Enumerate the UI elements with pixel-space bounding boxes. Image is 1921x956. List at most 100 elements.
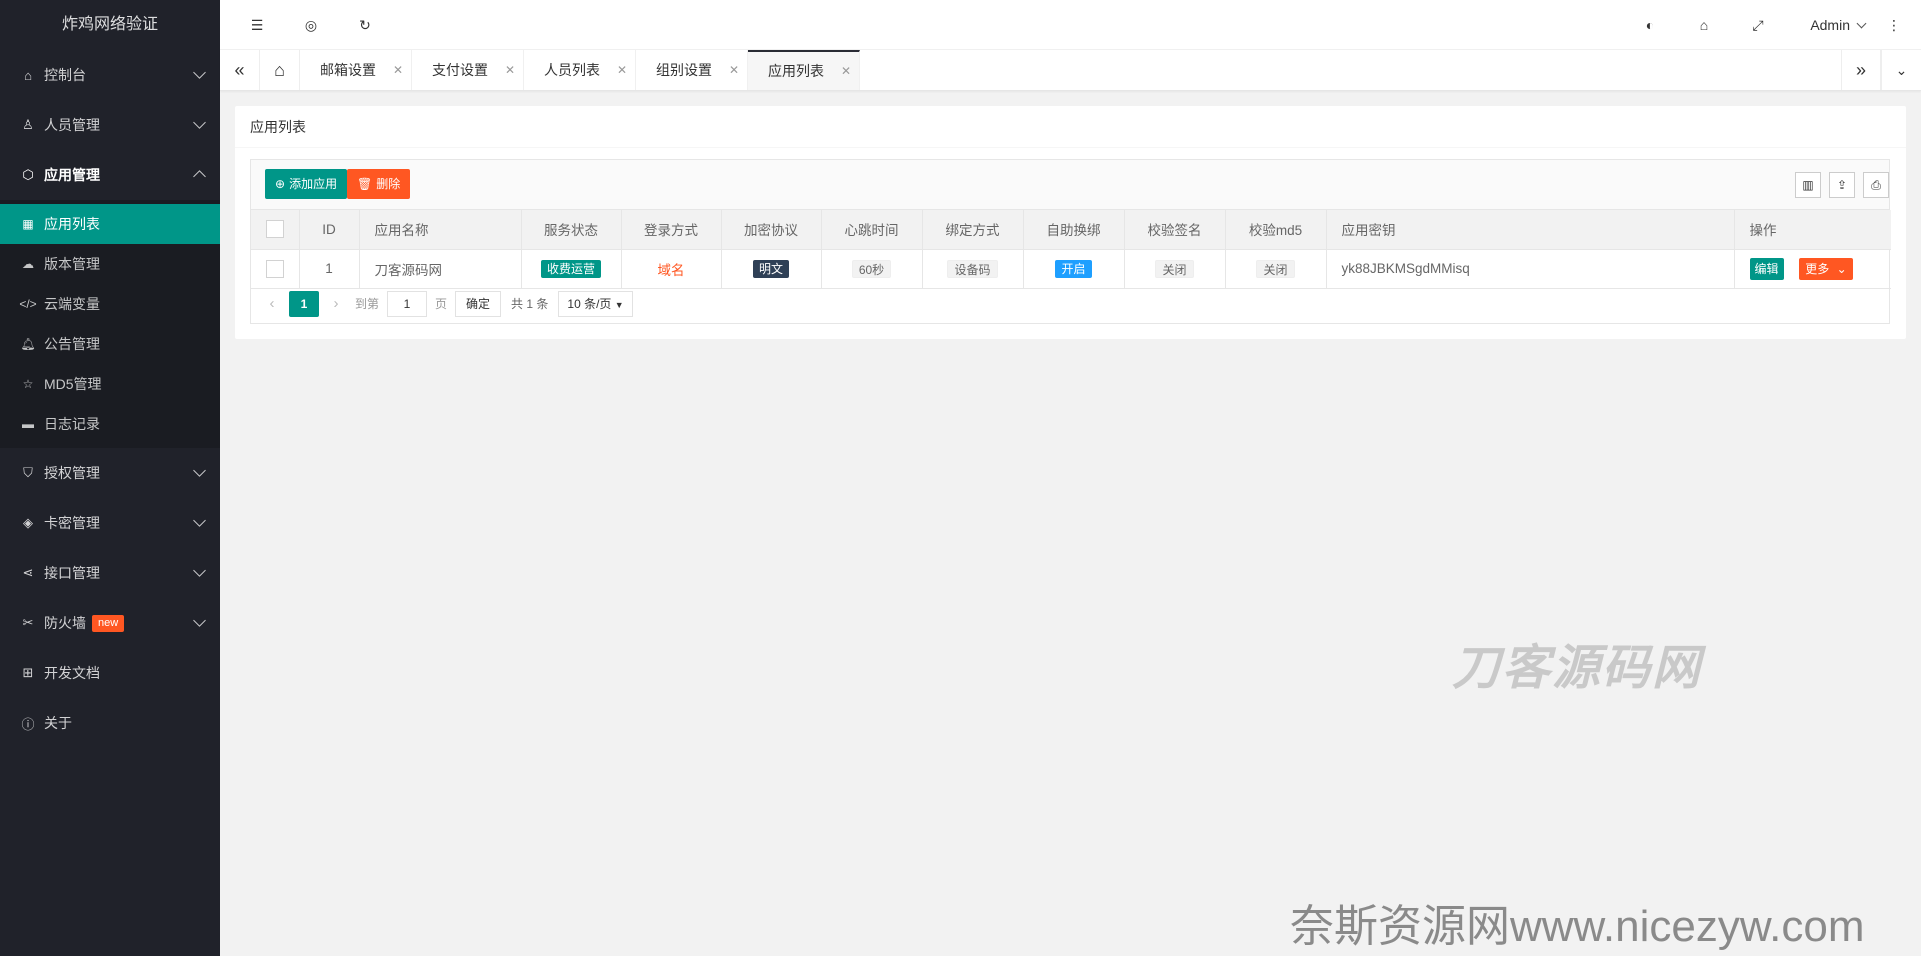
tabs-scroll-right-icon[interactable]: » — [1841, 50, 1881, 90]
tab-mail-settings[interactable]: 邮箱设置 ✕ — [300, 50, 412, 90]
more-vertical-icon[interactable]: ⋮ — [1867, 0, 1921, 50]
star-icon: ☆ — [22, 377, 34, 391]
close-icon[interactable]: ✕ — [393, 63, 403, 77]
nav-apps[interactable]: ⬡ 应用管理 — [0, 150, 220, 200]
close-icon[interactable]: ✕ — [505, 63, 515, 77]
tabs-scroll-left-icon[interactable]: « — [220, 50, 260, 90]
sub-item-md5[interactable]: ☆ MD5管理 — [0, 364, 220, 404]
edit-button[interactable]: 编辑 — [1749, 257, 1784, 280]
plus-circle-icon: ⊕ — [275, 177, 286, 191]
sub-item-logs[interactable]: ▬ 日志记录 — [0, 404, 220, 444]
sub-item-cloud-vars[interactable]: </> 云端变量 — [0, 284, 220, 324]
heartbeat-badge: 60秒 — [851, 259, 892, 278]
prev-page-icon[interactable]: ‹ — [261, 295, 283, 312]
select-all-cell — [251, 210, 300, 250]
tabs-menu-chevron-icon[interactable]: ⌄ — [1881, 50, 1921, 90]
shield-icon: ⛉ — [23, 465, 33, 480]
sub-item-notices[interactable]: 🔔︎ 公告管理 — [0, 324, 220, 364]
tab-group-settings[interactable]: 组别设置 ✕ — [636, 50, 748, 90]
app-table: ⊕ 添加应用 🗑︎ 删除 ▥ ⇪ ⎙ ID 应用名称 服务状态 登录方式 加密协… — [250, 159, 1891, 324]
tab-pay-settings[interactable]: 支付设置 ✕ — [412, 50, 524, 90]
log-icon: ▬ — [22, 417, 34, 431]
nav-cards[interactable]: ◈ 卡密管理 — [0, 498, 220, 548]
share-icon: ⋖ — [22, 565, 34, 580]
column-header[interactable]: 应用名称 — [359, 210, 522, 250]
login-method-text: 域名 — [657, 262, 685, 278]
sub-item-label: 公告管理 — [44, 336, 100, 352]
nav-users[interactable]: ♙ 人员管理 — [0, 100, 220, 150]
status-badge: 收费运营 — [540, 259, 601, 278]
column-header[interactable]: 校验签名 — [1124, 210, 1226, 250]
print-icon[interactable]: ⎙ — [1863, 172, 1889, 198]
palette-icon[interactable]: ◐ — [1623, 0, 1677, 50]
rebind-cell: 开启 — [1023, 249, 1125, 289]
chevron-down-icon — [193, 514, 206, 527]
sub-item-app-list[interactable]: ▦ 应用列表 — [0, 204, 220, 244]
user-menu[interactable]: Admin — [1810, 0, 1867, 50]
column-header[interactable]: 登录方式 — [621, 210, 722, 250]
delete-button[interactable]: 🗑︎ 删除 — [347, 169, 411, 199]
nav-apps-submenu: ▦ 应用列表 ☁ 版本管理 </> 云端变量 🔔︎ 公告管理 ☆ MD5管理 ▬… — [0, 200, 220, 448]
chevron-down-icon — [193, 614, 206, 627]
jump-confirm-button[interactable]: 确定 — [455, 290, 502, 317]
column-header[interactable]: ID — [299, 210, 360, 250]
sub-item-versions[interactable]: ☁ 版本管理 — [0, 244, 220, 284]
column-header[interactable]: 心跳时间 — [821, 210, 923, 250]
add-app-button[interactable]: ⊕ 添加应用 — [265, 169, 348, 199]
current-page[interactable]: 1 — [289, 290, 319, 317]
watermark-site: 奈斯资源网www.nicezyw.com — [1290, 902, 1865, 951]
nav-api[interactable]: ⋖ 接口管理 — [0, 548, 220, 598]
chevron-down-icon: ⌄ — [1836, 261, 1847, 276]
user-icon: ♙ — [22, 117, 34, 132]
sidebar: 炸鸡网络验证 ⌂ 控制台 ♙ 人员管理 ⬡ 应用管理 ▦ 应用列表 ☁ 版本管理… — [0, 0, 220, 956]
nav-firewall[interactable]: ✂ 防火墙 new — [0, 598, 220, 648]
column-header[interactable]: 服务状态 — [521, 210, 622, 250]
tab-app-list[interactable]: 应用列表 ✕ — [748, 50, 860, 90]
close-icon[interactable]: ✕ — [841, 64, 851, 78]
export-icon[interactable]: ⇪ — [1829, 172, 1855, 198]
chevron-down-icon — [193, 116, 206, 129]
nav-label: 开发文档 — [44, 665, 100, 681]
refresh-icon[interactable]: ↻ — [338, 0, 392, 50]
home-tab-icon[interactable]: ⌂ — [260, 50, 300, 90]
page-tabs: « ⌂ 邮箱设置 ✕ 支付设置 ✕ 人员列表 ✕ 组别设置 ✕ 应用列表 ✕ »… — [220, 50, 1921, 91]
column-header[interactable]: 校验md5 — [1225, 210, 1327, 250]
globe-icon[interactable]: ◎ — [284, 0, 338, 50]
tag-icon[interactable]: ⌂ — [1677, 0, 1731, 50]
column-header[interactable]: 加密协议 — [721, 210, 822, 250]
chevron-up-icon — [193, 170, 206, 183]
column-header[interactable]: 操作 — [1734, 210, 1891, 250]
more-button[interactable]: 更多 ⌄ — [1799, 257, 1853, 280]
column-header[interactable]: 应用密钥 — [1326, 210, 1735, 250]
app-list-card: 应用列表 ⊕ 添加应用 🗑︎ 删除 ▥ ⇪ ⎙ ID 应用名称 服务状态 登录方… — [235, 106, 1906, 339]
nav-docs[interactable]: ⊞ 开发文档 — [0, 648, 220, 698]
column-header[interactable]: 绑定方式 — [922, 210, 1024, 250]
columns-filter-icon[interactable]: ▥ — [1795, 172, 1821, 198]
watermark-logo: 刀客源码网 — [1452, 642, 1703, 695]
total-count: 共 1 条 — [511, 297, 549, 311]
close-icon[interactable]: ✕ — [617, 63, 627, 77]
chevron-down-icon — [193, 464, 206, 477]
chevron-down-icon — [193, 564, 206, 577]
select-all-checkbox[interactable] — [265, 220, 284, 239]
goto-label: 到第 — [355, 297, 380, 311]
tools-icon: ✂ — [22, 615, 34, 630]
menu-toggle-icon[interactable]: ☰ — [230, 0, 284, 50]
table-header-row: ID 应用名称 服务状态 登录方式 加密协议 心跳时间 绑定方式 自助换绑 校验… — [251, 210, 1891, 250]
home-icon: ⌂ — [24, 67, 32, 83]
nav-label: 防火墙 — [44, 615, 86, 631]
page-size-select[interactable]: 10 条/页 ▼ — [558, 290, 633, 317]
column-header[interactable]: 自助换绑 — [1023, 210, 1125, 250]
encrypt-badge: 明文 — [752, 259, 789, 278]
sub-item-label: 日志记录 — [44, 416, 100, 432]
nav-about[interactable]: ⓘ 关于 — [0, 698, 220, 748]
fullscreen-icon[interactable]: ⤢ — [1731, 0, 1785, 50]
close-icon[interactable]: ✕ — [729, 63, 739, 77]
row-checkbox[interactable] — [265, 259, 284, 278]
md5-badge: 关闭 — [1256, 259, 1295, 278]
page-jump-input[interactable] — [387, 290, 428, 317]
tab-user-list[interactable]: 人员列表 ✕ — [524, 50, 636, 90]
next-page-icon[interactable]: › — [325, 295, 347, 312]
nav-auth[interactable]: ⛉ 授权管理 — [0, 448, 220, 498]
nav-dashboard[interactable]: ⌂ 控制台 — [0, 50, 220, 100]
